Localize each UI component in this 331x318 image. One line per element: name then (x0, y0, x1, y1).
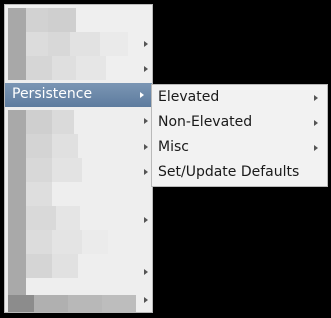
submenu-arrow-icon (314, 120, 318, 126)
submenu-arrow-icon (144, 118, 148, 124)
submenu-item-elevated[interactable]: Elevated (152, 86, 327, 110)
submenu-arrow-icon (144, 297, 148, 303)
submenu-item-misc[interactable]: Misc (152, 136, 327, 160)
submenu-arrow-icon (144, 41, 148, 47)
submenu-arrow-icon (314, 145, 318, 151)
submenu-arrow-icon (140, 92, 144, 98)
menu-item-label: Persistence (12, 86, 93, 102)
submenu-arrow-icon (144, 269, 148, 275)
persistence-submenu: Elevated Non-Elevated Misc Set/Update De… (151, 84, 328, 187)
submenu-item-label: Misc (158, 139, 189, 155)
submenu-item-label: Set/Update Defaults (158, 164, 300, 180)
submenu-arrow-icon (144, 169, 148, 175)
submenu-item-set-update-defaults[interactable]: Set/Update Defaults (152, 161, 327, 185)
context-menu: Persistence (4, 4, 153, 313)
submenu-item-non-elevated[interactable]: Non-Elevated (152, 111, 327, 135)
menu-item-persistence[interactable]: Persistence (5, 83, 152, 107)
submenu-arrow-icon (314, 95, 318, 101)
redacted-menu-item[interactable] (5, 5, 152, 83)
submenu-arrow-icon (144, 66, 148, 72)
submenu-arrow-icon (144, 217, 148, 223)
submenu-item-label: Non-Elevated (158, 114, 253, 130)
redacted-menu-item[interactable] (5, 107, 152, 312)
submenu-item-label: Elevated (158, 89, 220, 105)
submenu-arrow-icon (144, 144, 148, 150)
